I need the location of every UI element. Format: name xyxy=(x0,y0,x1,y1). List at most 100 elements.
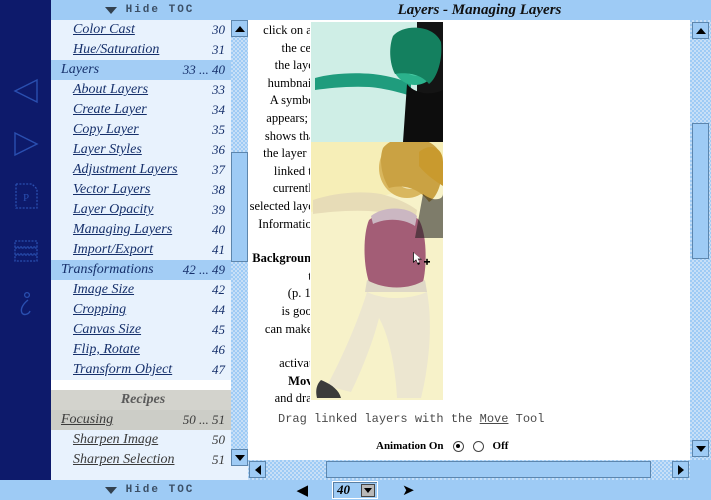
title-bar: Layers - Managing Layers xyxy=(248,0,711,20)
animation-off-radio[interactable] xyxy=(472,440,484,452)
back-triangle-icon[interactable] xyxy=(10,75,42,107)
toc-item-about-layers[interactable]: About Layers 33 xyxy=(51,80,231,100)
toc-item-label: Transform Object xyxy=(73,362,173,377)
doc-scroll-left-button[interactable] xyxy=(249,461,266,478)
toc-item-layer-opacity[interactable]: Layer Opacity 39 xyxy=(51,200,231,220)
toc-item-page: 37 xyxy=(212,162,225,177)
toc-item-vector-layers[interactable]: Vector Layers 38 xyxy=(51,180,231,200)
toc-item-page: 33 xyxy=(212,82,225,97)
hide-toc-top-button[interactable]: Hide TOC xyxy=(51,0,248,20)
toc-scroll-up-button[interactable] xyxy=(231,20,248,37)
page-p-icon[interactable]: P xyxy=(10,180,42,212)
body-line: activate xyxy=(279,356,310,371)
toc-item-sharpen-selection[interactable]: Sharpen Selection 51 xyxy=(51,450,231,466)
doc-scroll-down-button[interactable] xyxy=(692,440,709,457)
body-line: Information xyxy=(258,216,310,231)
chevron-down-icon xyxy=(104,486,117,494)
toc-item-page: 38 xyxy=(212,182,225,197)
toc-item-label: Layer Opacity xyxy=(73,202,154,217)
body-heading: Move xyxy=(288,373,310,388)
doc-scroll-up-button[interactable] xyxy=(692,22,709,39)
toc-item-create-layer[interactable]: Create Layer 34 xyxy=(51,100,231,120)
hide-toc-bottom-button[interactable]: Hide TOC xyxy=(51,480,248,500)
body-line: (p. 1). xyxy=(287,286,310,301)
page-title: Layers - Managing Layers xyxy=(397,1,562,18)
hide-toc-label-top: Hide TOC xyxy=(125,4,195,16)
toc-recipes-heading: Recipes xyxy=(51,390,231,410)
document-horizontal-scrollbar[interactable] xyxy=(248,460,690,480)
caption-move-link[interactable]: Move xyxy=(480,412,509,426)
figure-teal-svg xyxy=(311,22,443,142)
toc-item-label: Copy Layer xyxy=(73,122,139,137)
toc-item-label: Sharpen Selection xyxy=(73,452,175,466)
forward-triangle-icon[interactable] xyxy=(10,128,42,160)
toc-item-import-export[interactable]: Import/Export 41 xyxy=(51,240,231,260)
body-line: is good xyxy=(281,303,310,318)
toc-item-hue-saturation[interactable]: Hue/Saturation 31 xyxy=(51,40,231,60)
toc-item-label: Hue/Saturation xyxy=(73,42,160,57)
toc-item-label: Layer Styles xyxy=(73,142,142,157)
toc-item-page: 51 xyxy=(212,452,225,466)
animation-on-radio[interactable] xyxy=(452,440,464,452)
caption-area: Drag linked layers with the Move Tool An… xyxy=(248,404,690,460)
toc-item-sharpen-image[interactable]: Sharpen Image 50 xyxy=(51,430,231,450)
table-of-contents-panel: Hide TOC Color Cast 30 Hue/Saturation 31 Lay… xyxy=(51,0,248,500)
body-line: A symbol xyxy=(269,93,310,108)
application-window: P Hide TOC Color Cast 30 Hue/Saturation 31 L… xyxy=(0,0,711,500)
toc-item-page: 31 xyxy=(212,42,225,57)
svg-text:P: P xyxy=(23,192,29,204)
toc-item-focusing[interactable]: Focusing 50 ... 51 xyxy=(51,410,231,430)
chevron-down-icon[interactable] xyxy=(360,484,375,497)
radio-dot-icon xyxy=(456,444,461,448)
toc-item-transform-object[interactable]: Transform Object 47 xyxy=(51,360,231,380)
toc-scrollbar[interactable] xyxy=(231,20,248,466)
caption-suffix: Tool xyxy=(508,412,545,426)
toc-item-flip-rotate[interactable]: Flip, Rotate 46 xyxy=(51,340,231,360)
document-body: click on an the cell the layer humbnail. A s… xyxy=(248,20,690,445)
icon-rail: P xyxy=(0,0,51,500)
toc-item-label: Focusing xyxy=(61,412,114,427)
toc-item-cropping[interactable]: Cropping 44 xyxy=(51,300,231,320)
toc-item-page: 42 ... 49 xyxy=(182,262,225,277)
page-number-select[interactable]: 40 xyxy=(331,481,378,499)
toc-item-image-size[interactable]: Image Size 42 xyxy=(51,280,231,300)
toc-section-gap xyxy=(51,380,231,390)
toc-item-label: Create Layer xyxy=(73,102,147,117)
body-line: shows that xyxy=(264,128,310,143)
doc-scroll-thumb[interactable] xyxy=(692,123,709,259)
toc-list[interactable]: Color Cast 30 Hue/Saturation 31 Layers 33 ...… xyxy=(51,20,231,466)
toc-item-label: Cropping xyxy=(73,302,127,317)
toc-item-page: 41 xyxy=(212,242,225,257)
books-stack-icon[interactable] xyxy=(10,234,42,266)
toc-item-layers[interactable]: Layers 33 ... 40 xyxy=(51,60,231,80)
toc-item-label: Adjustment Layers xyxy=(73,162,178,177)
toc-item-color-cast[interactable]: Color Cast 30 xyxy=(51,20,231,40)
previous-page-button[interactable]: ◀ xyxy=(296,483,308,498)
toc-item-layer-styles[interactable]: Layer Styles 36 xyxy=(51,140,231,160)
photo-top-teal xyxy=(311,22,443,142)
body-line: to xyxy=(250,268,310,286)
toc-item-transformations[interactable]: Transformations 42 ... 49 xyxy=(51,260,231,280)
document-vertical-scrollbar[interactable] xyxy=(690,20,711,460)
triangle-down-icon xyxy=(695,445,706,452)
figure-warm-svg xyxy=(311,142,443,400)
doc-scroll-right-button[interactable] xyxy=(672,461,689,478)
toc-item-page: 45 xyxy=(212,322,225,337)
doc-hscroll-thumb[interactable] xyxy=(326,461,651,478)
toc-item-label: Color Cast xyxy=(73,22,135,37)
toc-item-adjustment-layers[interactable]: Adjustment Layers 37 xyxy=(51,160,231,180)
toc-item-managing-layers[interactable]: Managing Layers 40 xyxy=(51,220,231,240)
body-line: currently xyxy=(272,181,310,196)
body-heading: Background xyxy=(252,251,310,266)
next-page-button[interactable]: ➤ xyxy=(402,483,415,498)
toc-scroll-thumb[interactable] xyxy=(231,152,248,262)
toc-scroll-down-button[interactable] xyxy=(231,449,248,466)
toc-item-canvas-size[interactable]: Canvas Size 45 xyxy=(51,320,231,340)
toc-item-copy-layer[interactable]: Copy Layer 35 xyxy=(51,120,231,140)
body-line: appears; it xyxy=(266,110,310,125)
toc-item-label: About Layers xyxy=(73,82,149,97)
animation-off-label: Off xyxy=(492,440,509,452)
toc-item-label: Sharpen Image xyxy=(73,432,159,447)
info-i-icon[interactable] xyxy=(10,288,42,320)
chevron-down-icon xyxy=(104,6,117,14)
